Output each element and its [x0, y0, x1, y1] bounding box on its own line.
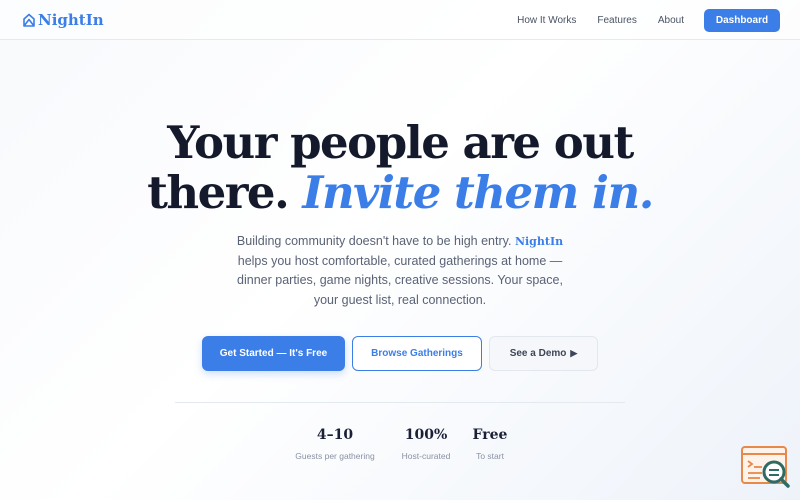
hero-desc-brand: NightIn	[514, 235, 564, 248]
stat-label: To start	[476, 451, 504, 461]
stat-label: Guests per gathering	[295, 451, 375, 461]
stat-free: Free To start	[468, 426, 512, 461]
nav-link-how-it-works[interactable]: How It Works	[517, 15, 576, 26]
hero-title: Your people are out there. Invite them i…	[0, 118, 800, 218]
hero-title-line1: Your people are out	[167, 116, 634, 169]
chat-search-icon	[741, 446, 790, 488]
hero-title-line2: there.	[147, 166, 290, 219]
hero-description: Building community doesn't have to be hi…	[230, 232, 570, 310]
nav-link-features[interactable]: Features	[597, 15, 636, 26]
see-demo-label: See a Demo	[509, 348, 567, 359]
section-divider	[175, 402, 625, 403]
main-nav: How It Works Features About Dashboard	[517, 8, 780, 32]
chat-search-widget[interactable]	[740, 446, 792, 490]
stat-label: Host-curated	[401, 451, 451, 461]
stat-value: 100%	[404, 427, 448, 443]
browse-gatherings-button[interactable]: Browse Gatherings	[352, 336, 482, 371]
hero-title-accent: Invite them in.	[302, 166, 654, 219]
top-nav-bar: NightIn How It Works Features About Dash…	[0, 0, 800, 40]
brand-name: NightIn	[38, 11, 104, 29]
play-icon: ▶	[570, 348, 578, 358]
brand-logo[interactable]: NightIn	[22, 10, 104, 30]
stat-guests: 4–10 Guests per gathering	[290, 426, 380, 461]
hero-desc-start: Building community doesn't have to be hi…	[236, 234, 512, 248]
dashboard-button[interactable]: Dashboard	[704, 8, 780, 32]
hero-desc-end: helps you host comfortable, curated gath…	[237, 253, 563, 307]
stat-value: Free	[472, 427, 508, 443]
see-demo-button[interactable]: See a Demo ▶	[489, 336, 598, 371]
get-started-button[interactable]: Get Started — It's Free	[202, 336, 345, 371]
stat-curated: 100% Host-curated	[396, 426, 456, 461]
house-icon	[23, 13, 35, 27]
nav-link-about[interactable]: About	[658, 15, 684, 26]
stat-value: 4–10	[316, 427, 354, 443]
